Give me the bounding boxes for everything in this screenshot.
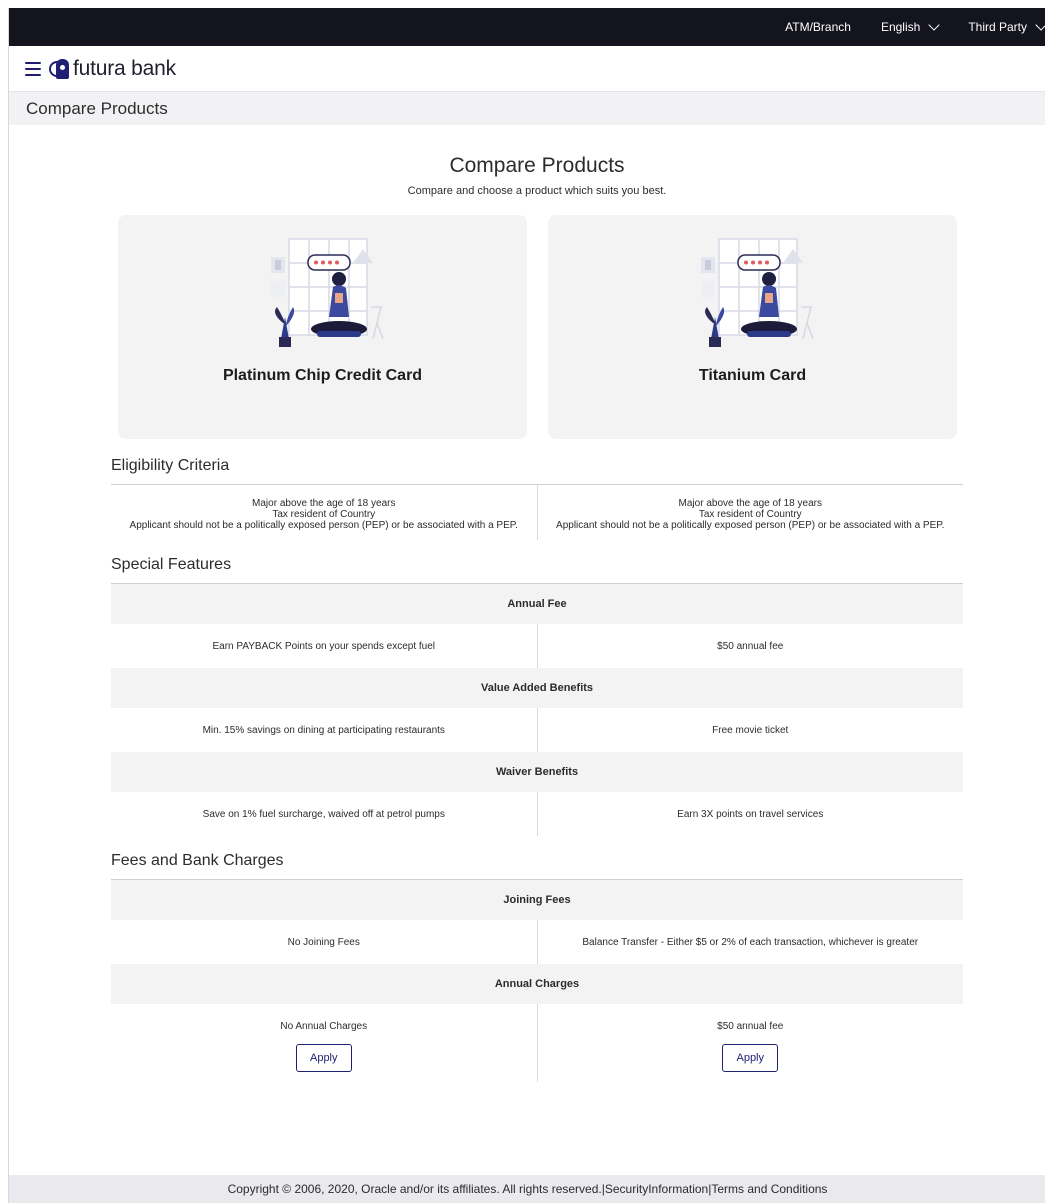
product-cards: Platinum Chip Credit Card Titanium Card <box>111 215 963 439</box>
feature-group-heading: Value Added Benefits <box>111 668 963 708</box>
third-party-dropdown[interactable]: Third Party <box>968 18 1045 34</box>
fee-cell: No Annual Charges Apply <box>111 1004 537 1082</box>
security-information-link[interactable]: SecurityInformation <box>605 1182 708 1196</box>
feature-cell: Earn 3X points on travel services <box>536 792 964 836</box>
fees-title: Fees and Bank Charges <box>111 852 963 880</box>
page-title: Compare Products <box>26 98 168 118</box>
hero-subheading: Compare and choose a product which suits… <box>407 185 667 197</box>
special-features-table: Annual Fee Earn PAYBACK Points on your s… <box>111 584 963 836</box>
feature-cell: Earn PAYBACK Points on your spends excep… <box>212 640 436 652</box>
feature-row: Earn PAYBACK Points on your spends excep… <box>111 624 963 668</box>
eligibility-line: Major above the age of 18 years <box>252 498 396 509</box>
logo-mark-icon <box>49 58 71 79</box>
special-features-title: Special Features <box>111 556 963 584</box>
fee-group-heading: Joining Fees <box>111 880 963 920</box>
fee-value: $50 annual fee <box>717 1021 784 1032</box>
fee-cell: Balance Transfer - Either $5 or 2% of ea… <box>536 920 964 964</box>
eligibility-title: Eligibility Criteria <box>111 457 963 485</box>
eligibility-row: Major above the age of 18 years Tax resi… <box>111 485 963 540</box>
eligibility-line: Applicant should not be a politically ex… <box>556 520 945 531</box>
apply-button[interactable]: Apply <box>295 1044 352 1072</box>
bank-name: futura bank <box>73 56 176 80</box>
fee-cell: $50 annual fee Apply <box>536 1004 964 1082</box>
fee-row: No Annual Charges Apply $50 annual fee A… <box>111 1004 963 1082</box>
product-card[interactable]: Titanium Card <box>548 215 957 439</box>
product-illustration-icon <box>270 238 384 347</box>
hero-heading: Compare Products <box>449 154 625 177</box>
main-content: Compare Products Compare and choose a pr… <box>9 154 1045 1082</box>
menu-icon[interactable] <box>25 61 41 76</box>
copyright-text: Copyright © 2006, 2020, Oracle and/or it… <box>227 1182 605 1196</box>
fee-group-heading: Annual Charges <box>111 964 963 1004</box>
terms-and-conditions-link[interactable]: Terms and Conditions <box>711 1182 827 1196</box>
eligibility-line: Applicant should not be a politically ex… <box>129 520 518 531</box>
fee-row: No Joining Fees Balance Transfer - Eithe… <box>111 920 963 964</box>
eligibility-line: Major above the age of 18 years <box>678 498 822 509</box>
language-dropdown[interactable]: English <box>880 18 940 34</box>
product-name: Platinum Chip Credit Card <box>222 367 423 384</box>
feature-cell: Save on 1% fuel surcharge, waived off at… <box>202 808 445 820</box>
hero: Compare Products Compare and choose a pr… <box>111 154 963 197</box>
top-bar: ATM/Branch English Third Party <box>9 8 1045 46</box>
chevron-down-icon <box>928 18 940 31</box>
product-illustration-icon <box>700 238 814 347</box>
third-party-label: Third Party <box>968 20 1027 34</box>
feature-group-heading: Waiver Benefits <box>111 752 963 792</box>
feature-row: Save on 1% fuel surcharge, waived off at… <box>111 792 963 836</box>
app-frame: ATM/Branch English Third Party futura ba… <box>8 8 1045 1203</box>
feature-cell: Free movie ticket <box>536 708 964 752</box>
apply-button[interactable]: Apply <box>722 1044 779 1072</box>
product-name: Titanium Card <box>698 367 807 384</box>
footer: Copyright © 2006, 2020, Oracle and/or it… <box>9 1175 1045 1203</box>
product-card[interactable]: Platinum Chip Credit Card <box>118 215 527 439</box>
fee-cell: No Joining Fees <box>287 936 360 948</box>
fee-value: No Annual Charges <box>280 1021 368 1032</box>
eligibility-line: Tax resident of Country <box>272 509 376 520</box>
eligibility-line: Tax resident of Country <box>698 509 802 520</box>
chevron-down-icon <box>1035 18 1045 31</box>
eligibility-cell: Major above the age of 18 years Tax resi… <box>111 485 537 540</box>
atm-branch-link[interactable]: ATM/Branch <box>785 20 851 34</box>
bank-logo[interactable]: futura bank <box>49 57 176 81</box>
feature-row: Min. 15% savings on dining at participat… <box>111 708 963 752</box>
fees-table: Joining Fees No Joining Fees Balance Tra… <box>111 880 963 1082</box>
feature-group-heading: Annual Fee <box>111 584 963 624</box>
language-label: English <box>880 20 921 34</box>
atm-branch-label: ATM/Branch <box>785 20 851 34</box>
feature-cell: Min. 15% savings on dining at participat… <box>202 724 445 736</box>
eligibility-cell: Major above the age of 18 years Tax resi… <box>536 485 964 540</box>
feature-cell: $50 annual fee <box>536 624 964 668</box>
brand-header: futura bank <box>9 46 1045 92</box>
page-title-bar: Compare Products <box>9 92 1045 125</box>
